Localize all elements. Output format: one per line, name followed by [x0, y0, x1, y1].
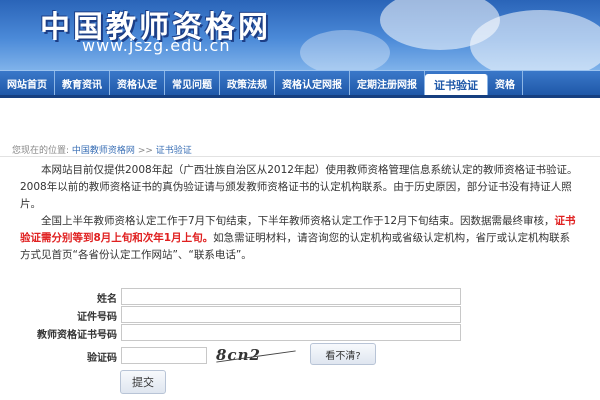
- captcha-image[interactable]: 8cn2: [216, 346, 298, 366]
- nav-item-registration[interactable]: 定期注册网报: [350, 71, 425, 95]
- notice-text: 本网站目前仅提供2008年起（广西壮族自治区从2012年起）使用教师资格管理信息…: [20, 162, 580, 264]
- divider: [0, 156, 600, 157]
- nav-item-certificate-verification[interactable]: 证书验证: [425, 74, 488, 95]
- breadcrumb-separator: >>: [137, 146, 153, 156]
- nav-item-more[interactable]: 资格: [488, 71, 523, 95]
- id-number-input[interactable]: [121, 306, 461, 323]
- id-number-label: 证件号码: [77, 312, 117, 323]
- id-row: 证件号码: [0, 306, 600, 323]
- site-url: www.jszg.edu.cn: [82, 36, 231, 55]
- cert-row: 教师资格证书号码: [0, 324, 600, 341]
- name-label: 姓名: [97, 294, 117, 305]
- nav-item-news[interactable]: 教育资讯: [55, 71, 110, 95]
- notice-paragraph-2: 全国上半年教师资格认定工作于7月下旬结束，下半年教师资格认定工作于12月下旬结束…: [20, 213, 580, 264]
- captcha-row: 验证码: [0, 347, 600, 364]
- main-nav: 网站首页 教育资讯 资格认定 常见问题 政策法规 资格认定网报 定期注册网报 证…: [0, 70, 600, 98]
- captcha-label: 验证码: [87, 353, 117, 364]
- nav-item-online-application[interactable]: 资格认定网报: [275, 71, 350, 95]
- captcha-input[interactable]: [121, 347, 207, 364]
- breadcrumb-prefix: 您现在的位置:: [12, 146, 70, 156]
- breadcrumb-home-link[interactable]: 中国教师资格网: [72, 146, 135, 156]
- submit-button[interactable]: 提交: [120, 370, 166, 394]
- nav-item-certification[interactable]: 资格认定: [110, 71, 165, 95]
- cloud-decoration: [300, 30, 390, 70]
- breadcrumb: 您现在的位置: 中国教师资格网 >> 证书验证: [12, 143, 192, 156]
- notice-text-a: 全国上半年教师资格认定工作于7月下旬结束，下半年教师资格认定工作于12月下旬结束…: [41, 215, 555, 227]
- site-banner: 中国教师资格网 www.jszg.edu.cn: [0, 0, 600, 70]
- notice-paragraph-1: 本网站目前仅提供2008年起（广西壮族自治区从2012年起）使用教师资格管理信息…: [20, 164, 578, 210]
- breadcrumb-current[interactable]: 证书验证: [156, 146, 192, 156]
- certificate-number-input[interactable]: [121, 324, 461, 341]
- refresh-captcha-button[interactable]: 看不清?: [310, 343, 376, 365]
- name-input[interactable]: [121, 288, 461, 305]
- nav-item-policy[interactable]: 政策法规: [220, 71, 275, 95]
- nav-item-faq[interactable]: 常见问题: [165, 71, 220, 95]
- name-row: 姓名: [0, 288, 600, 305]
- certificate-number-label: 教师资格证书号码: [37, 330, 117, 341]
- nav-item-home[interactable]: 网站首页: [0, 71, 55, 95]
